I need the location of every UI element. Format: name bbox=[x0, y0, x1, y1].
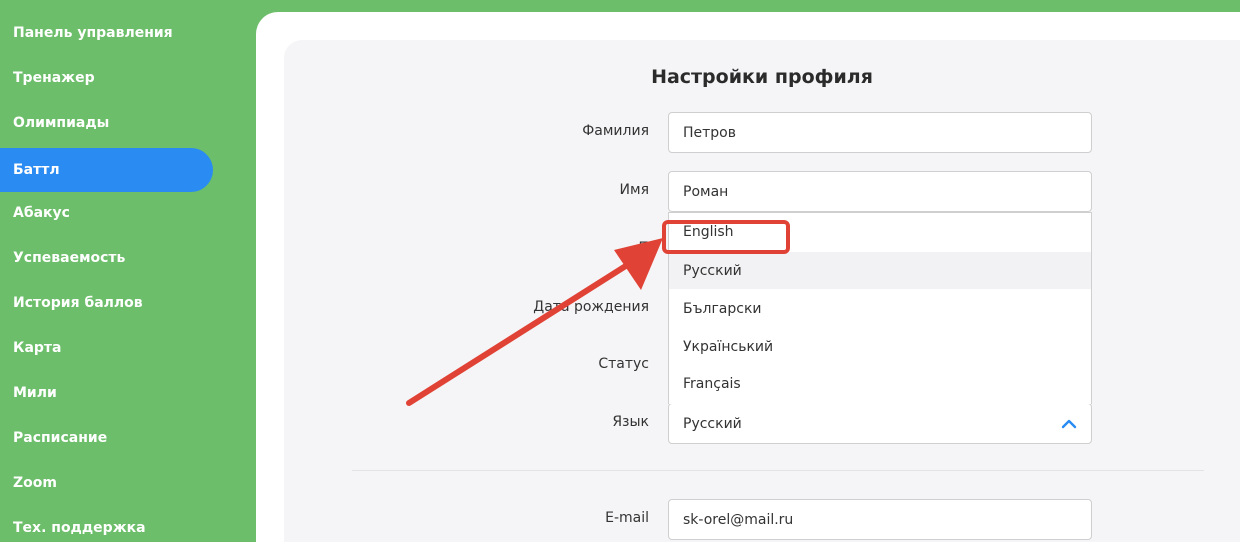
sidebar-item-map[interactable]: Карта bbox=[0, 326, 213, 370]
email-input[interactable]: sk-orel@mail.ru bbox=[668, 499, 1092, 540]
first-name-input[interactable]: Роман bbox=[668, 171, 1092, 212]
sidebar-item-olympiads[interactable]: Олимпиады bbox=[0, 101, 213, 145]
sidebar-item-abacus[interactable]: Абакус bbox=[0, 191, 213, 235]
sidebar-item-support[interactable]: Тех. поддержка bbox=[0, 506, 213, 542]
birth-date-label: Дата рождения bbox=[533, 299, 649, 315]
language-option-bulgarian[interactable]: Български bbox=[669, 290, 1091, 327]
sidebar-item-progress[interactable]: Успеваемость bbox=[0, 236, 213, 280]
last-name-input[interactable]: Петров bbox=[668, 112, 1092, 153]
email-label: E-mail bbox=[605, 510, 649, 526]
first-name-label: Имя bbox=[619, 182, 649, 198]
sidebar-item-trainer[interactable]: Тренажер bbox=[0, 56, 213, 100]
sidebar-item-dashboard[interactable]: Панель управления bbox=[0, 11, 213, 55]
language-option-russian[interactable]: Русский bbox=[669, 252, 1091, 289]
last-name-label: Фамилия bbox=[582, 123, 649, 139]
language-option-ukrainian[interactable]: Український bbox=[669, 328, 1091, 365]
main-panel: Настройки профиля Фамилия Петров Имя Ром… bbox=[256, 12, 1240, 542]
sidebar-item-points-history[interactable]: История баллов bbox=[0, 281, 213, 325]
language-selected-value: Русский bbox=[683, 415, 742, 432]
profile-settings-card: Настройки профиля Фамилия Петров Имя Ром… bbox=[284, 40, 1240, 542]
gender-label: П bbox=[638, 240, 649, 256]
sidebar-item-zoom[interactable]: Zoom bbox=[0, 461, 213, 505]
sidebar: Панель управления Тренажер Олимпиады Бат… bbox=[0, 0, 256, 542]
annotation-highlight-box bbox=[662, 220, 790, 254]
language-label: Язык bbox=[612, 414, 649, 430]
sidebar-item-schedule[interactable]: Расписание bbox=[0, 416, 213, 460]
page-title: Настройки профиля bbox=[651, 66, 873, 88]
top-bar bbox=[0, 0, 1240, 12]
chevron-up-icon bbox=[1061, 419, 1077, 429]
status-label: Статус bbox=[598, 356, 649, 372]
sidebar-item-miles[interactable]: Мили bbox=[0, 371, 213, 415]
language-option-french[interactable]: Français bbox=[669, 365, 1091, 402]
language-select[interactable]: Русский bbox=[668, 403, 1092, 444]
sidebar-item-battle[interactable]: Баттл bbox=[0, 148, 213, 192]
section-divider bbox=[352, 470, 1204, 471]
